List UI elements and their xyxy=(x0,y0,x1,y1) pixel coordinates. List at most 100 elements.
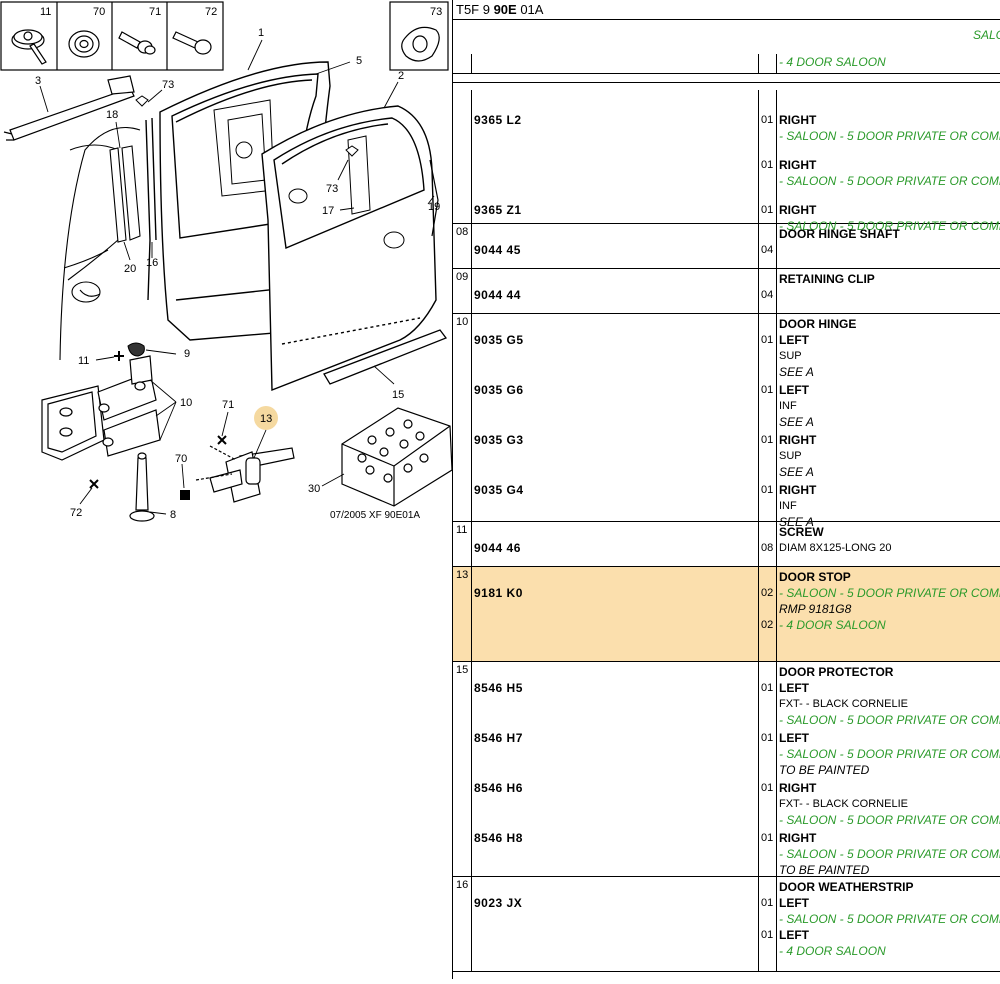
column-divider xyxy=(776,567,777,661)
column-divider xyxy=(471,90,472,223)
part-description: FXT- - BLACK CORNELIE xyxy=(779,698,908,710)
callout-70: 70 xyxy=(175,453,187,465)
part-quantity: 01 xyxy=(761,334,774,346)
part-reference[interactable]: 9035 G4 xyxy=(474,482,524,498)
part-description: SUP xyxy=(779,450,802,462)
part-quantity: 02 xyxy=(761,587,774,599)
callout-10: 10 xyxy=(180,397,192,409)
clip-73-icon xyxy=(401,26,440,62)
part-description: - SALOON - 5 DOOR PRIVATE OR COMI xyxy=(779,912,1000,926)
callout-8: 8 xyxy=(170,509,176,521)
exploded-parts-diagram: 11 70 71 72 73 1 2 3 5 8 9 10 11 13 15 1… xyxy=(0,0,453,979)
inset-label-71: 71 xyxy=(149,6,161,18)
table-row: 11 SCREW 9044 46 08 DIAM 8X125-LONG 20 xyxy=(453,522,1000,567)
part-description: RIGHT xyxy=(779,158,817,172)
part-description: TO BE PAINTED xyxy=(779,863,870,877)
column-divider xyxy=(758,54,759,73)
part-reference[interactable]: 9023 JX xyxy=(474,895,522,911)
callout-18: 18 xyxy=(106,109,118,121)
part-description: - 4 DOOR SALOON xyxy=(779,618,886,632)
part-reference[interactable]: 8546 H5 xyxy=(474,680,523,696)
column-divider xyxy=(758,877,759,971)
part-reference[interactable]: 9181 K0 xyxy=(474,585,523,601)
column-divider xyxy=(471,567,472,661)
part-reference[interactable]: 9044 45 xyxy=(474,242,521,258)
part-description: SCREW xyxy=(779,525,824,539)
callout-73-a: 73 xyxy=(162,79,174,91)
part-description: - 4 DOOR SALOON xyxy=(779,944,886,958)
clip-set-30 xyxy=(341,407,453,507)
table-row: 13 DOOR STOP 9181 K0 02 - SALOON - 5 DOOR PR… xyxy=(453,567,1000,662)
column-divider xyxy=(758,662,759,876)
part-reference[interactable]: 8546 H6 xyxy=(474,780,523,796)
table-row: 16 DOOR WEATHERSTRIP 9023 JX 01 LEFT - SALOON… xyxy=(453,877,1000,972)
callout-1: 1 xyxy=(258,27,264,39)
part-description: - SALOON - 5 DOOR PRIVATE OR COMI xyxy=(779,586,1000,600)
table-row: 10 DOOR HINGE 9035 G5 01 LEFT SUP SEE A 9035 G6… xyxy=(453,314,1000,529)
inset-label-70: 70 xyxy=(93,6,105,18)
part-reference[interactable]: 9365 Z1 xyxy=(474,202,522,218)
part-reference[interactable]: 9365 L2 xyxy=(474,112,522,128)
part-reference[interactable]: 8546 H8 xyxy=(474,830,523,846)
screw-71-marker xyxy=(217,435,227,445)
part-quantity: 01 xyxy=(761,384,774,396)
weatherstrip-3 xyxy=(3,75,135,141)
part-description: LEFT xyxy=(779,731,809,745)
column-divider xyxy=(471,522,472,566)
part-quantity: 01 xyxy=(761,732,774,744)
column-divider xyxy=(471,224,472,268)
item-number: 10 xyxy=(456,316,469,328)
screw-72-marker xyxy=(89,479,99,489)
part-description: DOOR PROTECTOR xyxy=(779,665,894,679)
table-row: 9365 L2 01 RIGHT - SALOON - 5 DOOR PRIVATE … xyxy=(453,90,1000,233)
screw-11-marker xyxy=(114,351,124,361)
part-description: RIGHT xyxy=(779,433,817,447)
part-quantity: 04 xyxy=(761,244,774,256)
part-reference[interactable]: 8546 H7 xyxy=(474,730,523,746)
part-quantity: 01 xyxy=(761,114,774,126)
column-divider xyxy=(471,314,472,521)
callout-3: 3 xyxy=(35,75,41,87)
item-number: 09 xyxy=(456,271,469,283)
part-description: - SALOON - 5 DOOR PRIVATE OR COMI xyxy=(779,129,1000,143)
part-reference[interactable]: 9035 G6 xyxy=(474,382,524,398)
callout-11: 11 xyxy=(78,355,89,367)
callout-13: 13 xyxy=(260,413,272,425)
callout-72: 72 xyxy=(70,507,82,519)
part-quantity: 01 xyxy=(761,682,774,694)
part-description: SEE A xyxy=(779,415,814,429)
strip-18 xyxy=(109,145,141,243)
bolt-71-icon xyxy=(118,31,156,55)
inset-label-72: 72 xyxy=(205,6,217,18)
part-description: - 4 DOOR SALOON xyxy=(779,55,886,69)
part-description: LEFT xyxy=(779,333,809,347)
callout-30: 30 xyxy=(308,483,320,495)
column-divider xyxy=(758,269,759,313)
column-divider xyxy=(758,90,759,223)
inset-label-11: 11 xyxy=(40,6,51,18)
part-reference[interactable]: 9044 44 xyxy=(474,287,521,303)
callout-17: 17 xyxy=(322,205,334,217)
part-description: RIGHT xyxy=(779,483,817,497)
inset-label-73: 73 xyxy=(430,6,442,18)
column-divider xyxy=(776,877,777,971)
part-description: DOOR HINGE xyxy=(779,317,857,331)
part-quantity: 01 xyxy=(761,159,774,171)
part-reference[interactable]: 9044 46 xyxy=(474,540,521,556)
column-divider xyxy=(758,567,759,661)
callout-15: 15 xyxy=(392,389,404,401)
part-description: SUP xyxy=(779,350,802,362)
part-description: TO BE PAINTED xyxy=(779,763,870,777)
column-divider xyxy=(776,224,777,268)
part-quantity: 01 xyxy=(761,484,774,496)
part-reference[interactable]: 9035 G3 xyxy=(474,432,524,448)
part-reference[interactable]: 9035 G5 xyxy=(474,332,524,348)
part-description: - SALOON - 5 DOOR PRIVATE OR COMI xyxy=(779,747,1000,761)
table-row: - 4 DOOR SALOON xyxy=(453,54,1000,74)
column-divider xyxy=(758,314,759,521)
part-description: SEE A xyxy=(779,465,814,479)
model-banner-text: SALO xyxy=(973,28,1000,42)
column-divider xyxy=(471,269,472,313)
nut-70-icon xyxy=(68,30,100,58)
part-description: SEE A xyxy=(779,365,814,379)
